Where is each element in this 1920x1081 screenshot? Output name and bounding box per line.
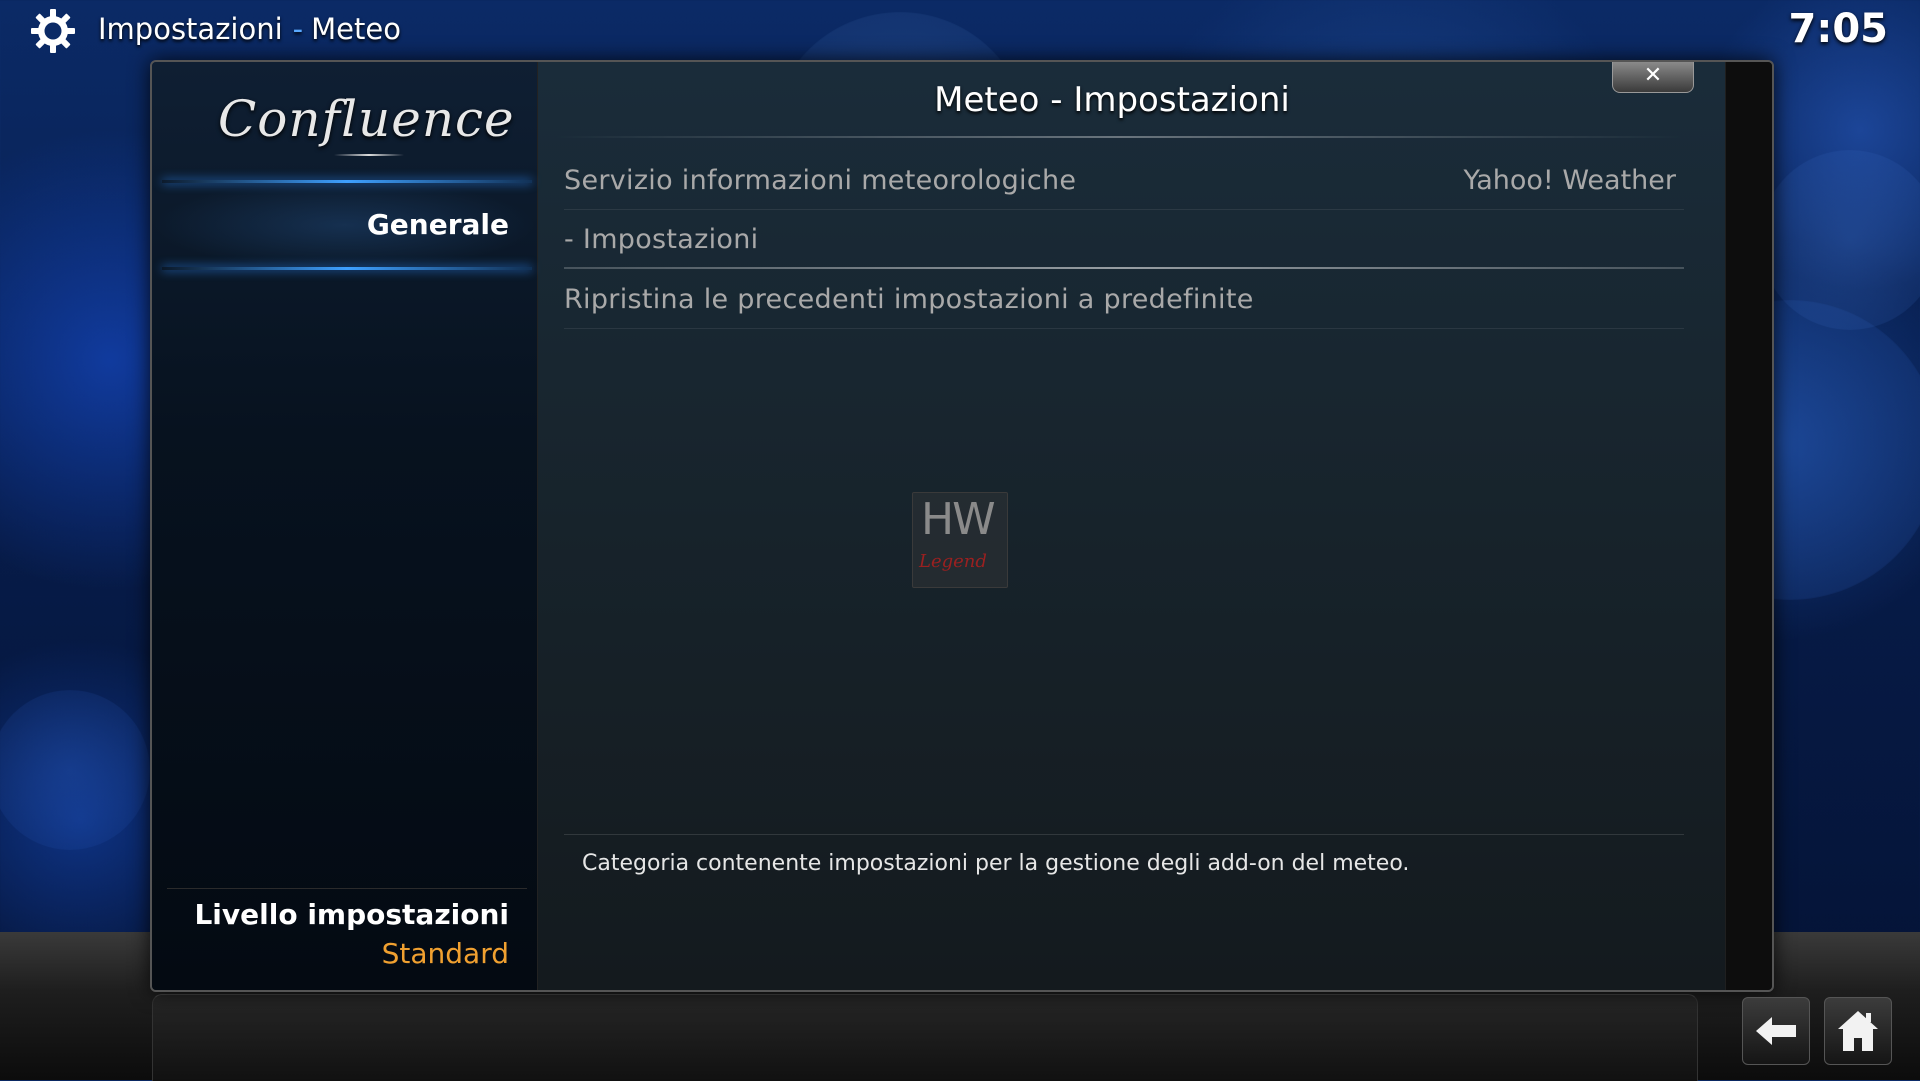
divider <box>167 888 527 889</box>
row-divider <box>564 267 1684 269</box>
gear-icon <box>31 9 75 53</box>
setting-description: Categoria contenente impostazioni per la… <box>582 851 1410 876</box>
setting-label: - Impostazioni <box>564 224 759 255</box>
confluence-logo: Confluence <box>218 90 515 148</box>
close-icon: ✕ <box>1643 63 1663 88</box>
settings-level-value: Standard <box>381 937 509 970</box>
setting-reset-defaults[interactable]: Ripristina le precedenti impostazioni a … <box>564 271 1684 329</box>
description-divider <box>564 834 1684 835</box>
setting-weather-service[interactable]: Servizio informazioni meteorologiche Yah… <box>564 152 1684 210</box>
selection-glow <box>162 180 532 183</box>
sidebar-item-label: Generale <box>366 208 509 241</box>
breadcrumb: Impostazioni - Meteo <box>98 11 401 47</box>
sidebar-item-generale[interactable]: Generale <box>152 180 537 270</box>
back-button[interactable] <box>1742 997 1810 1065</box>
watermark-logo: HW Legend <box>912 492 1008 588</box>
breadcrumb-separator: - <box>292 12 304 46</box>
settings-level-button[interactable]: Livello impostazioni <box>194 898 509 932</box>
scrollbar-track[interactable] <box>1725 62 1772 990</box>
top-header: Impostazioni - Meteo 7:05 <box>0 0 1920 60</box>
setting-label: Ripristina le precedenti impostazioni a … <box>564 284 1254 315</box>
sidebar: Confluence Generale Livello impostazioni… <box>152 62 538 990</box>
dialog-title: Meteo - Impostazioni <box>934 80 1290 120</box>
breadcrumb-page: Meteo <box>311 12 401 46</box>
setting-impostazioni[interactable]: - Impostazioni <box>564 211 1684 269</box>
row-divider <box>564 328 1684 329</box>
settings-dialog: Confluence Generale Livello impostazioni… <box>150 60 1774 992</box>
logo-underline <box>334 154 404 156</box>
clock: 7:05 <box>1788 6 1889 52</box>
background-bubble <box>1760 150 1920 330</box>
watermark-top-text: HW <box>921 494 996 545</box>
title-divider <box>554 136 1684 138</box>
watermark-bottom-text: Legend <box>919 551 987 572</box>
breadcrumb-section: Impostazioni <box>98 12 283 46</box>
bottom-panel <box>152 994 1698 1081</box>
back-arrow-icon <box>1756 1017 1796 1045</box>
home-button[interactable] <box>1824 997 1892 1065</box>
background-bubble <box>0 690 150 850</box>
selection-glow <box>162 267 532 270</box>
home-icon <box>1838 1011 1878 1051</box>
setting-value: Yahoo! Weather <box>1463 165 1676 196</box>
setting-label: Servizio informazioni meteorologiche <box>564 165 1077 196</box>
close-button[interactable]: ✕ <box>1612 62 1694 93</box>
row-divider <box>564 209 1684 210</box>
